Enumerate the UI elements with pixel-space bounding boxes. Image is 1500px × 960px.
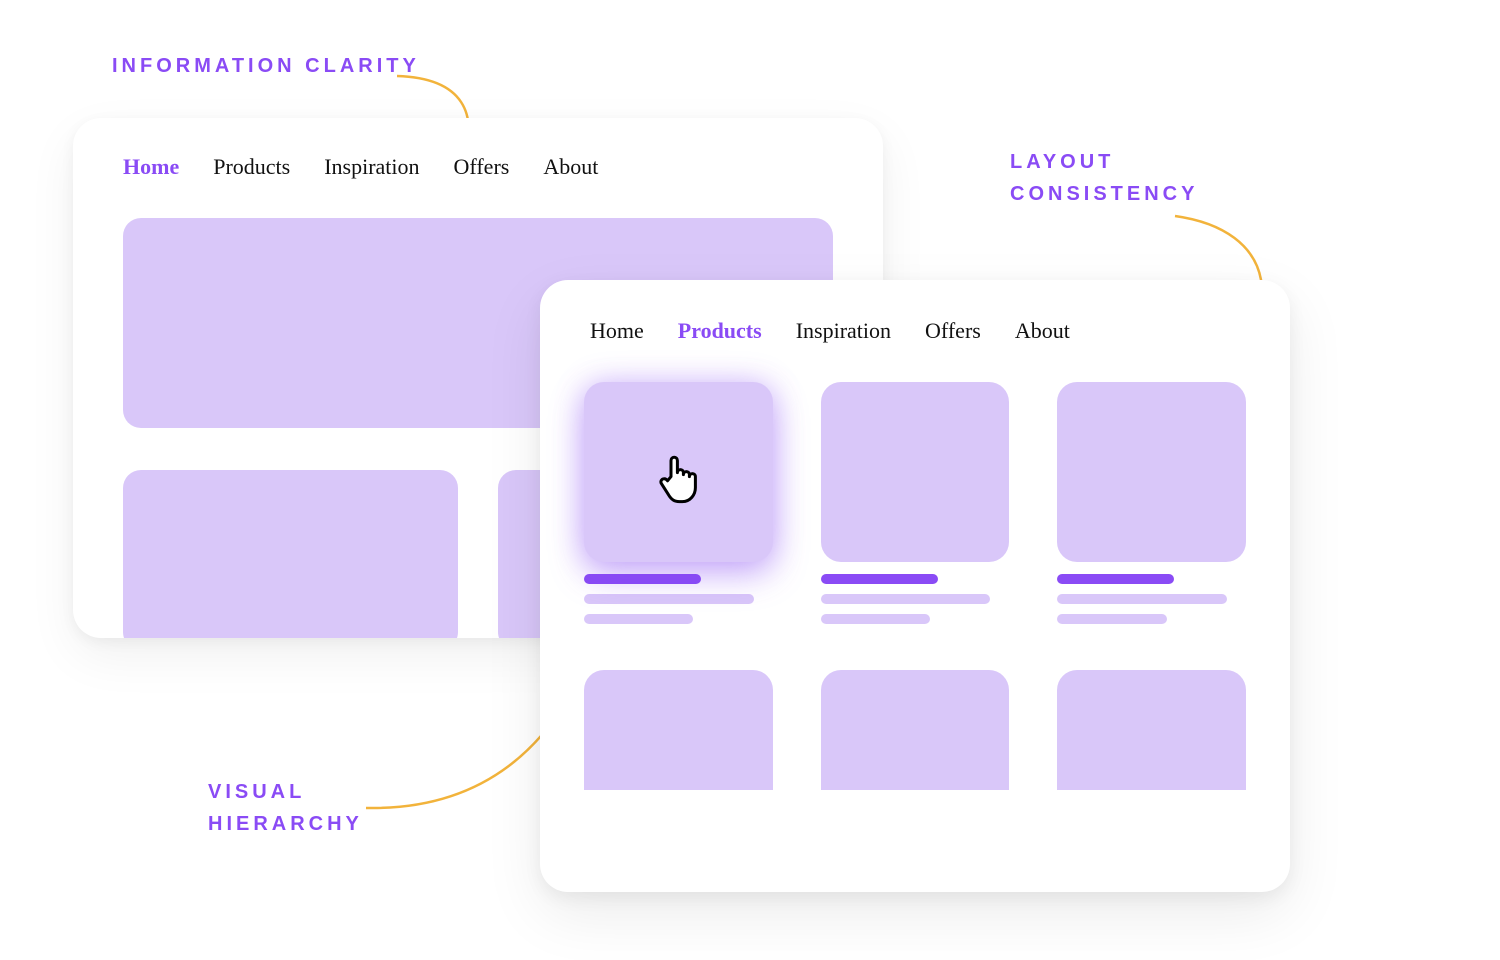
nav-item-about[interactable]: About	[1015, 318, 1070, 344]
label-line-2: HIERARCHY	[208, 813, 363, 835]
nav-item-home[interactable]: Home	[123, 154, 179, 180]
meta-title-bar	[1057, 574, 1174, 584]
product-grid	[584, 382, 1246, 634]
product-meta	[821, 574, 1010, 624]
product-tile[interactable]	[584, 670, 773, 790]
meta-line-bar	[821, 594, 991, 604]
product-cell	[584, 382, 773, 634]
meta-line-bar	[584, 614, 693, 624]
product-tile[interactable]	[1057, 670, 1246, 790]
label-line-1: LAYOUT	[1010, 151, 1114, 173]
nav-item-offers[interactable]: Offers	[925, 318, 981, 344]
meta-line-bar	[1057, 614, 1166, 624]
card-placeholder	[123, 470, 458, 638]
nav-products: Home Products Inspiration Offers About	[584, 280, 1246, 364]
product-tile[interactable]	[821, 382, 1010, 562]
product-tile[interactable]	[821, 670, 1010, 790]
nav-home: Home Products Inspiration Offers About	[73, 118, 883, 198]
label-line-1: VISUAL	[208, 781, 305, 803]
meta-line-bar	[1057, 594, 1227, 604]
meta-title-bar	[584, 574, 701, 584]
nav-item-offers[interactable]: Offers	[454, 154, 510, 180]
pointer-cursor-icon	[655, 452, 701, 504]
nav-item-inspiration[interactable]: Inspiration	[324, 154, 419, 180]
nav-item-home[interactable]: Home	[590, 318, 644, 344]
product-cell	[821, 382, 1010, 634]
label-visual-hierarchy: VISUAL HIERARCHY	[208, 776, 363, 840]
diagram-canvas: INFORMATION CLARITY LAYOUT CONSISTENCY V…	[0, 0, 1500, 960]
product-cell	[1057, 382, 1246, 634]
product-tile-hover[interactable]	[584, 382, 773, 562]
nav-item-inspiration[interactable]: Inspiration	[796, 318, 891, 344]
product-meta	[584, 574, 773, 624]
nav-item-products[interactable]: Products	[213, 154, 290, 180]
product-meta	[1057, 574, 1246, 624]
meta-line-bar	[584, 594, 754, 604]
label-layout-consistency: LAYOUT CONSISTENCY	[1010, 146, 1198, 210]
product-grid-row2	[584, 670, 1246, 790]
mock-window-products: Home Products Inspiration Offers About	[540, 280, 1290, 892]
product-tile[interactable]	[1057, 382, 1246, 562]
meta-title-bar	[821, 574, 938, 584]
meta-line-bar	[821, 614, 930, 624]
nav-item-about[interactable]: About	[543, 154, 598, 180]
nav-item-products[interactable]: Products	[678, 318, 762, 344]
label-line-2: CONSISTENCY	[1010, 183, 1198, 205]
